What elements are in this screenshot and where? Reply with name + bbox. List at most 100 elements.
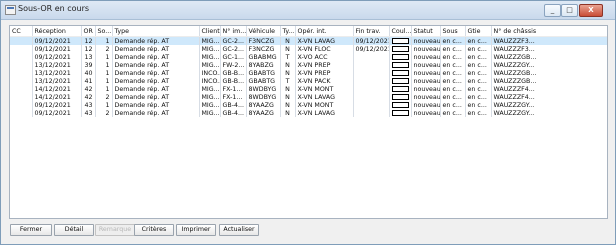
cell-gtie: en c... [465, 85, 492, 93]
cell-vehicule: F3NCZG [246, 36, 281, 45]
close-button[interactable]: X [579, 4, 603, 17]
cell-sous: en c... [440, 36, 466, 45]
header-reception[interactable]: Réception [32, 26, 82, 37]
cell-operation: X-VO ACC [295, 53, 354, 61]
fermer-button[interactable]: Fermer [10, 224, 52, 236]
header-couleur[interactable]: Coul... [389, 26, 412, 37]
cell-cc [10, 45, 33, 53]
cell-operation: X-VN MONT [295, 85, 354, 93]
cell-type: Demande rép. AT [112, 77, 200, 85]
header-statut[interactable]: Statut [411, 26, 441, 37]
cell-chassis: WAUZZZGY... [491, 109, 607, 117]
cell-reception: 14/12/2021 [32, 85, 82, 93]
table-row[interactable]: 09/12/2021 43 1 Demande rép. AT MIG... G… [10, 101, 607, 109]
color-swatch [391, 77, 409, 84]
cell-couleur [389, 93, 412, 101]
header-operation[interactable]: Opér. int. [295, 26, 354, 37]
title-bar: Sous-OR en cours _ □ X [1, 1, 615, 20]
color-swatch [391, 101, 409, 108]
cell-reception: 13/12/2021 [32, 77, 82, 85]
minimize-button[interactable]: _ [544, 4, 561, 17]
cell-fin-trav [353, 69, 390, 77]
cell-type-short: N [280, 101, 296, 109]
cell-couleur [389, 77, 412, 85]
cell-type-short: N [280, 69, 296, 77]
cell-sous: en c... [440, 85, 466, 93]
cell-cc [10, 36, 33, 45]
cell-type-short: T [280, 53, 296, 61]
color-swatch [391, 53, 409, 60]
cell-couleur [389, 36, 412, 45]
header-type[interactable]: Type [112, 26, 200, 37]
cell-statut: nouveau [411, 85, 441, 93]
cell-type: Demande rép. AT [112, 85, 200, 93]
table-row[interactable]: 14/12/2021 42 1 Demande rép. AT MIG... F… [10, 85, 607, 93]
cell-type: Demande rép. AT [112, 53, 200, 61]
maximize-button[interactable]: □ [561, 4, 578, 17]
cell-fin-trav [353, 101, 390, 109]
cell-immatriculation: GC-2... [220, 36, 247, 45]
cell-fin-trav [353, 61, 390, 69]
cell-statut: nouveau [411, 45, 441, 53]
actualiser-button[interactable]: Actualiser [219, 224, 259, 236]
header-cc[interactable]: CC [10, 26, 33, 37]
cell-chassis: WAUZZZF4... [491, 85, 607, 93]
cell-sous: en c... [440, 77, 466, 85]
cell-fin-trav [353, 85, 390, 93]
header-vehicule[interactable]: Véhicule [246, 26, 281, 37]
cell-or: 42 [81, 93, 96, 101]
header-chassis[interactable]: N° de châssis [491, 26, 607, 37]
table-row[interactable]: 09/12/2021 12 2 Demande rép. AT MIG... G… [10, 45, 607, 53]
cell-or: 12 [81, 45, 96, 53]
cell-vehicule: GBABTG [246, 69, 281, 77]
cell-sous: en c... [440, 109, 466, 117]
cell-so: 1 [95, 101, 113, 109]
cell-so: 1 [95, 61, 113, 69]
cell-reception: 09/12/2021 [32, 109, 82, 117]
header-client[interactable]: Client [199, 26, 221, 37]
cell-chassis: WAUZZZF3... [491, 36, 607, 45]
detail-button[interactable]: Détail [54, 224, 94, 236]
cell-gtie: en c... [465, 101, 492, 109]
cell-reception: 09/12/2021 [32, 53, 82, 61]
table-row[interactable]: 13/12/2021 39 1 Demande rép. AT MIG... F… [10, 61, 607, 69]
table-row[interactable]: 09/12/2021 13 1 Demande rép. AT MIG... G… [10, 53, 607, 61]
cell-statut: nouveau [411, 53, 441, 61]
header-fin-trav[interactable]: Fin trav. [353, 26, 390, 37]
imprimer-button[interactable]: Imprimer [176, 224, 216, 236]
cell-type-short: N [280, 36, 296, 45]
sous-or-table[interactable]: CC Réception OR So... Type Client N° im.… [9, 25, 608, 219]
header-or[interactable]: OR [81, 26, 96, 37]
table-row[interactable]: 13/12/2021 40 1 Demande rép. AT INCO... … [10, 69, 607, 77]
table-row[interactable]: 14/12/2021 42 2 Demande rép. AT MIG... F… [10, 93, 607, 101]
header-gtie[interactable]: Gtie [465, 26, 492, 37]
cell-gtie: en c... [465, 53, 492, 61]
cell-gtie: en c... [465, 36, 492, 45]
table-row[interactable]: 09/12/2021 43 2 Demande rép. AT MIG... G… [10, 109, 607, 117]
cell-type: Demande rép. AT [112, 45, 200, 53]
cell-so: 2 [95, 93, 113, 101]
header-type-short[interactable]: Ty... [280, 26, 296, 37]
cell-statut: nouveau [411, 77, 441, 85]
cell-operation: X-VN LAVAG [295, 36, 354, 45]
header-immatriculation[interactable]: N° im... [220, 26, 247, 37]
cell-or: 42 [81, 85, 96, 93]
cell-sous: en c... [440, 101, 466, 109]
cell-client: MIG... [199, 53, 221, 61]
cell-type-short: N [280, 45, 296, 53]
cell-vehicule: 8YABZG [246, 61, 281, 69]
header-sous[interactable]: Sous [440, 26, 466, 37]
cell-immatriculation: GB-4... [220, 109, 247, 117]
cell-client: MIG... [199, 45, 221, 53]
criteres-button[interactable]: Critères [134, 224, 174, 236]
cell-operation: X-VN LAVAG [295, 93, 354, 101]
cell-type: Demande rép. AT [112, 36, 200, 45]
header-so[interactable]: So... [95, 26, 113, 37]
remarque-button: Remarque [95, 224, 135, 236]
cell-vehicule: F3NCZG [246, 45, 281, 53]
table-row[interactable]: 09/12/2021 12 1 Demande rép. AT MIG... G… [10, 36, 607, 45]
cell-cc [10, 61, 33, 69]
table-row[interactable]: 13/12/2021 41 1 Demande rép. AT INCO... … [10, 77, 607, 85]
cell-vehicule: GBABMG [246, 53, 281, 61]
cell-client: INCO... [199, 77, 221, 85]
